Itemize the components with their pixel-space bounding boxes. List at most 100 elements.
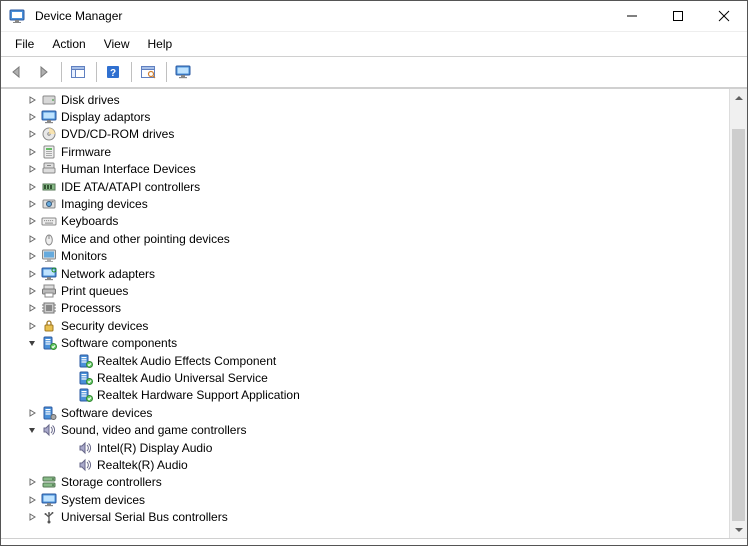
scroll-thumb[interactable] <box>732 129 745 521</box>
computer-button[interactable] <box>171 61 195 83</box>
tree-node-display-adaptors[interactable]: Display adaptors <box>5 108 729 125</box>
tree-node-processors[interactable]: Processors <box>5 300 729 317</box>
device-tree[interactable]: Disk drivesDisplay adaptorsDVD/CD-ROM dr… <box>1 89 729 538</box>
collapse-icon[interactable] <box>25 336 39 350</box>
expand-icon[interactable] <box>25 475 39 489</box>
tree-panel: Disk drivesDisplay adaptorsDVD/CD-ROM dr… <box>1 88 747 538</box>
tree-node-software-devices[interactable]: Software devices <box>5 404 729 421</box>
expand-icon[interactable] <box>25 214 39 228</box>
tree-node-label: Universal Serial Bus controllers <box>61 510 228 524</box>
tree-node-label: Software devices <box>61 406 152 420</box>
tree-node-label: Security devices <box>61 319 148 333</box>
swdev-icon <box>41 405 57 421</box>
tree-node-imaging[interactable]: Imaging devices <box>5 195 729 212</box>
tree-node-usb[interactable]: Universal Serial Bus controllers <box>5 508 729 525</box>
collapse-icon[interactable] <box>25 423 39 437</box>
toolbar-separator <box>131 62 132 82</box>
close-button[interactable] <box>701 1 747 31</box>
expand-icon[interactable] <box>25 145 39 159</box>
expand-icon[interactable] <box>25 197 39 211</box>
tree-node-label: System devices <box>61 493 145 507</box>
device-manager-window: Device Manager File Action View Help <box>0 0 748 546</box>
tree-node-label: Realtek(R) Audio <box>97 458 188 472</box>
tree-node-sound[interactable]: Sound, video and game controllers <box>5 421 729 438</box>
swcomp-icon <box>41 335 57 351</box>
tree-node-realtek-audio[interactable]: Realtek(R) Audio <box>5 456 729 473</box>
tree-node-mice[interactable]: Mice and other pointing devices <box>5 230 729 247</box>
svg-text:?: ? <box>110 68 116 79</box>
storage-icon <box>41 474 57 490</box>
tree-node-keyboards[interactable]: Keyboards <box>5 213 729 230</box>
expand-icon[interactable] <box>25 127 39 141</box>
tree-node-network[interactable]: Network adapters <box>5 265 729 282</box>
maximize-button[interactable] <box>655 1 701 31</box>
tree-node-storage-controllers[interactable]: Storage controllers <box>5 474 729 491</box>
security-icon <box>41 318 57 334</box>
scroll-down-arrow[interactable] <box>730 521 747 538</box>
tree-node-system-devices[interactable]: System devices <box>5 491 729 508</box>
tree-node-ide[interactable]: IDE ATA/ATAPI controllers <box>5 178 729 195</box>
vertical-scrollbar[interactable] <box>729 89 747 538</box>
tree-node-label: Software components <box>61 336 177 350</box>
expand-icon[interactable] <box>25 232 39 246</box>
title-bar: Device Manager <box>1 1 747 32</box>
tree-node-intel-display-audio[interactable]: Intel(R) Display Audio <box>5 439 729 456</box>
network-icon <box>41 266 57 282</box>
expand-icon[interactable] <box>25 267 39 281</box>
expand-icon[interactable] <box>25 110 39 124</box>
monitor-icon <box>41 248 57 264</box>
tree-node-realtek-audio-universal[interactable]: Realtek Audio Universal Service <box>5 369 729 386</box>
cpu-icon <box>41 300 57 316</box>
help-button[interactable]: ? <box>101 61 125 83</box>
expand-icon[interactable] <box>25 284 39 298</box>
devmgr-app-icon <box>9 8 25 24</box>
keyboard-icon <box>41 213 57 229</box>
tree-node-label: Intel(R) Display Audio <box>97 441 212 455</box>
back-button[interactable] <box>5 61 29 83</box>
tree-node-realtek-hw-support[interactable]: Realtek Hardware Support Application <box>5 387 729 404</box>
tree-node-software-components[interactable]: Software components <box>5 334 729 351</box>
tree-node-hid[interactable]: Human Interface Devices <box>5 161 729 178</box>
toolbar-separator <box>61 62 62 82</box>
tree-node-security[interactable]: Security devices <box>5 317 729 334</box>
menu-help[interactable]: Help <box>140 36 181 52</box>
disk-icon <box>41 92 57 108</box>
menu-view[interactable]: View <box>96 36 138 52</box>
expand-icon[interactable] <box>25 180 39 194</box>
expand-icon[interactable] <box>25 162 39 176</box>
tree-node-realtek-audio-effects[interactable]: Realtek Audio Effects Component <box>5 352 729 369</box>
tree-node-label: Imaging devices <box>61 197 148 211</box>
tree-node-label: Realtek Hardware Support Application <box>97 388 300 402</box>
menu-action[interactable]: Action <box>44 36 93 52</box>
show-hide-tree-button[interactable] <box>66 61 90 83</box>
expand-icon[interactable] <box>25 319 39 333</box>
swcomp-icon <box>77 387 93 403</box>
cdrom-icon <box>41 126 57 142</box>
ide-icon <box>41 179 57 195</box>
menu-file[interactable]: File <box>7 36 42 52</box>
tree-node-label: Mice and other pointing devices <box>61 232 230 246</box>
audio-icon <box>41 422 57 438</box>
expand-icon[interactable] <box>25 406 39 420</box>
tree-node-label: Human Interface Devices <box>61 162 196 176</box>
tree-node-printq[interactable]: Print queues <box>5 282 729 299</box>
tree-node-disk-drives[interactable]: Disk drives <box>5 91 729 108</box>
toolbar: ? <box>1 57 747 88</box>
expand-icon[interactable] <box>25 249 39 263</box>
tree-node-firmware[interactable]: Firmware <box>5 143 729 160</box>
tree-node-monitors[interactable]: Monitors <box>5 248 729 265</box>
audio-icon <box>77 457 93 473</box>
tree-node-label: Network adapters <box>61 267 155 281</box>
display-icon <box>41 109 57 125</box>
expand-icon[interactable] <box>25 93 39 107</box>
minimize-button[interactable] <box>609 1 655 31</box>
imaging-icon <box>41 196 57 212</box>
forward-button[interactable] <box>31 61 55 83</box>
expand-icon[interactable] <box>25 493 39 507</box>
scroll-up-arrow[interactable] <box>730 89 747 106</box>
expand-icon[interactable] <box>25 510 39 524</box>
scan-hardware-button[interactable] <box>136 61 160 83</box>
tree-node-label: Firmware <box>61 145 111 159</box>
expand-icon[interactable] <box>25 301 39 315</box>
tree-node-dvd-cdrom[interactable]: DVD/CD-ROM drives <box>5 126 729 143</box>
